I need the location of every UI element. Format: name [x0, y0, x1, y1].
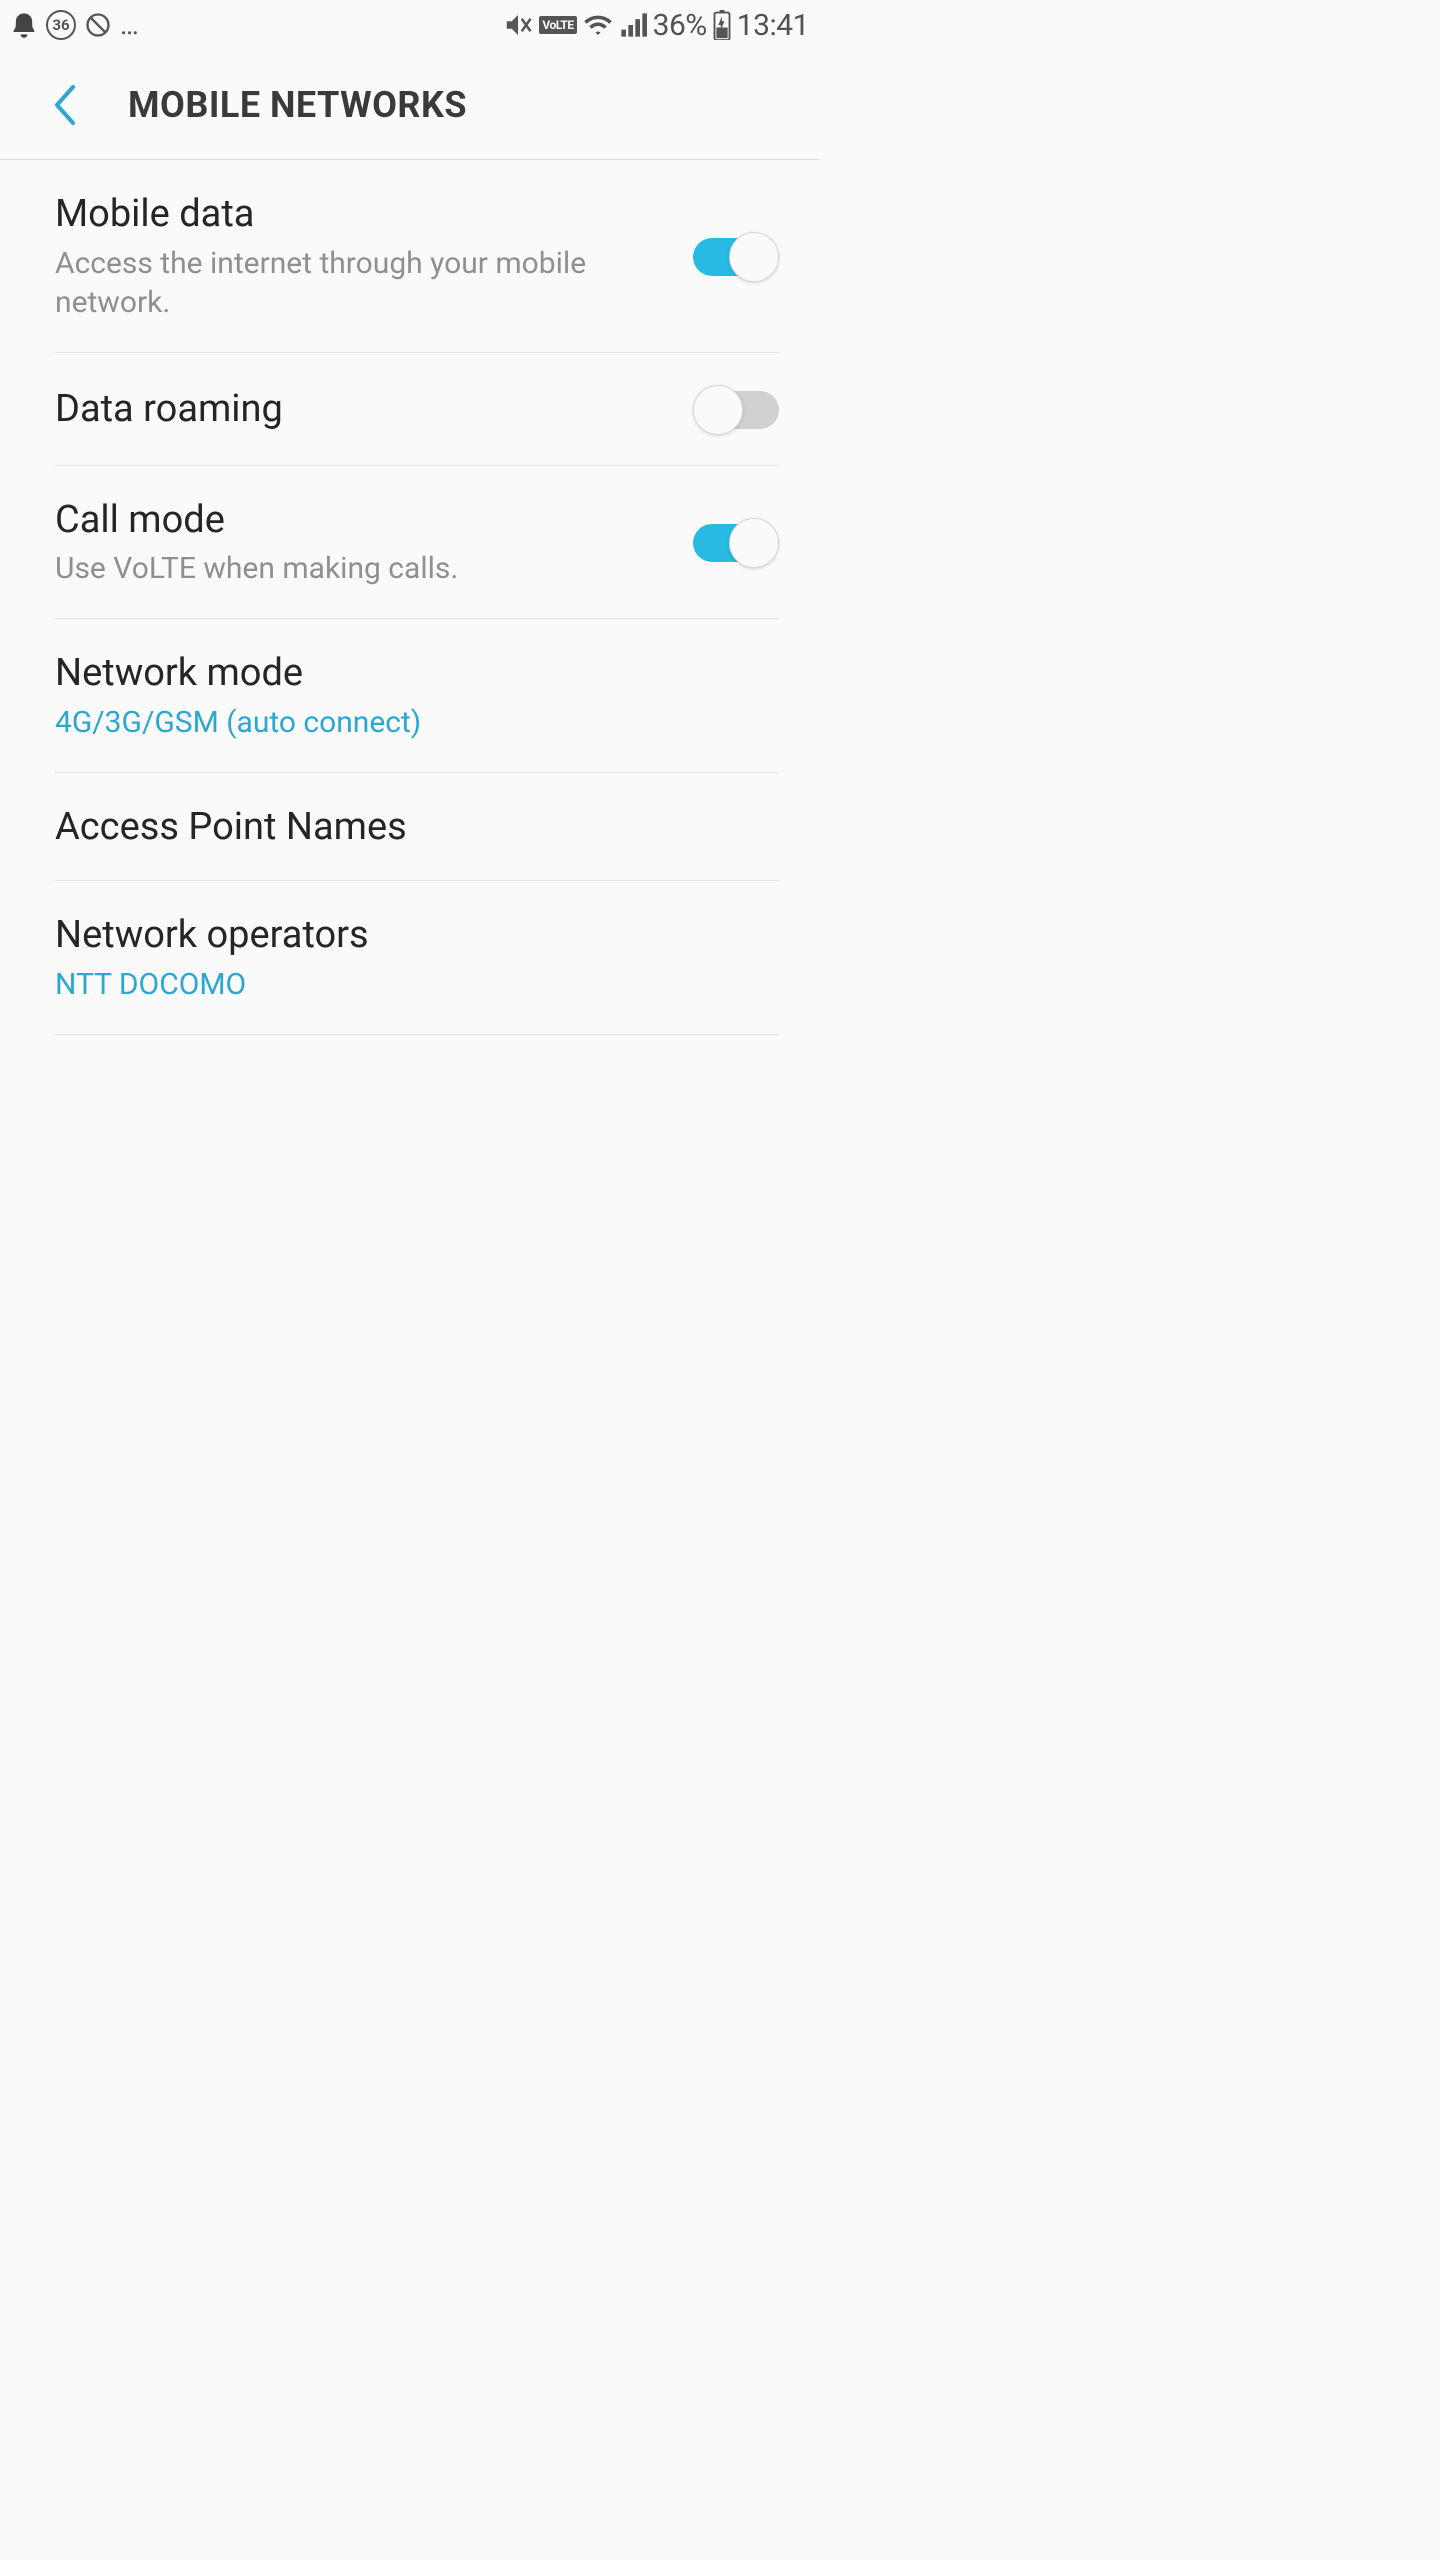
- setting-text: Data roaming: [55, 387, 673, 433]
- settings-list: Mobile data Access the internet through …: [0, 160, 819, 1035]
- setting-network-mode[interactable]: Network mode 4G/3G/GSM (auto connect): [55, 619, 779, 773]
- mobile-data-toggle[interactable]: [693, 232, 779, 282]
- status-right-group: VoLTE 36% 13:41: [503, 8, 809, 43]
- data-roaming-toggle[interactable]: [693, 385, 779, 435]
- back-button[interactable]: [50, 80, 80, 130]
- status-left-group: 36 …: [10, 10, 141, 40]
- setting-subtitle: Access the internet through your mobile …: [55, 244, 673, 322]
- setting-access-point-names[interactable]: Access Point Names: [55, 773, 779, 882]
- setting-value: 4G/3G/GSM (auto connect): [55, 703, 779, 742]
- setting-subtitle: Use VoLTE when making calls.: [55, 549, 673, 588]
- setting-text: Access Point Names: [55, 805, 779, 851]
- app-notification-icon: [10, 11, 38, 39]
- battery-charging-icon: [713, 10, 731, 40]
- app-header: MOBILE NETWORKS: [0, 50, 819, 160]
- clock: 13:41: [737, 8, 809, 43]
- blocking-mode-icon: [84, 11, 112, 39]
- setting-data-roaming[interactable]: Data roaming: [55, 353, 779, 466]
- setting-title: Network mode: [55, 651, 779, 697]
- notification-count-icon: 36: [46, 10, 76, 40]
- more-notifications-icon: …: [120, 11, 141, 39]
- battery-percent: 36%: [653, 8, 707, 43]
- setting-text: Call mode Use VoLTE when making calls.: [55, 498, 673, 589]
- setting-title: Network operators: [55, 913, 779, 959]
- page-title: MOBILE NETWORKS: [128, 84, 467, 126]
- call-mode-toggle[interactable]: [693, 518, 779, 568]
- status-bar: 36 … VoLTE 36% 13:41: [0, 0, 819, 50]
- setting-text: Network mode 4G/3G/GSM (auto connect): [55, 651, 779, 742]
- setting-text: Mobile data Access the internet through …: [55, 192, 673, 322]
- chevron-left-icon: [53, 84, 77, 126]
- setting-mobile-data[interactable]: Mobile data Access the internet through …: [55, 160, 779, 353]
- setting-call-mode[interactable]: Call mode Use VoLTE when making calls.: [55, 466, 779, 620]
- mute-vibrate-icon: [503, 10, 533, 40]
- volte-icon: VoLTE: [539, 16, 576, 34]
- wifi-icon: [583, 10, 613, 40]
- setting-title: Call mode: [55, 498, 673, 544]
- setting-title: Access Point Names: [55, 805, 779, 851]
- setting-title: Data roaming: [55, 387, 673, 433]
- setting-title: Mobile data: [55, 192, 673, 238]
- toggle-knob: [729, 232, 779, 282]
- toggle-knob: [729, 518, 779, 568]
- setting-value: NTT DOCOMO: [55, 965, 779, 1004]
- setting-text: Network operators NTT DOCOMO: [55, 913, 779, 1004]
- setting-network-operators[interactable]: Network operators NTT DOCOMO: [55, 881, 779, 1035]
- signal-icon: [619, 11, 647, 39]
- toggle-knob: [693, 385, 743, 435]
